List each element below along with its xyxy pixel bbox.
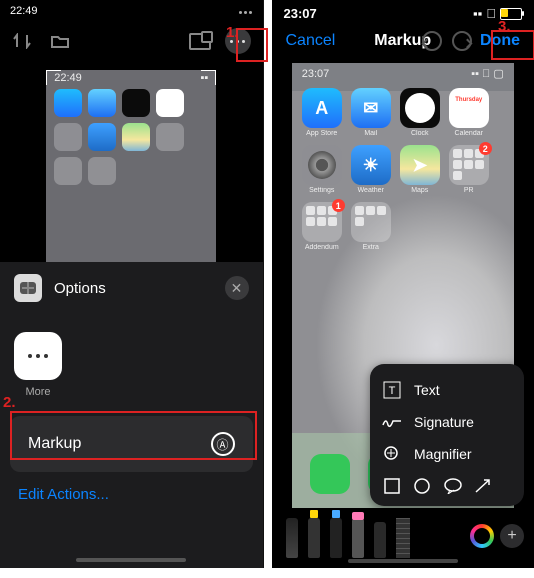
status-time: 23:07 bbox=[284, 6, 317, 21]
magnifier-icon bbox=[382, 444, 402, 464]
more-label: More bbox=[14, 386, 62, 398]
edit-toolbar bbox=[0, 20, 263, 62]
app-row-1: AApp Store ✉Mail Clock Thursday23Calenda… bbox=[292, 84, 514, 141]
app-row-3: 1Addendum Extra bbox=[292, 198, 514, 255]
popup-shapes bbox=[382, 470, 512, 496]
popup-signature-label: Signature bbox=[414, 414, 474, 430]
aspect-icon[interactable] bbox=[189, 33, 211, 50]
more-tile[interactable]: More bbox=[14, 332, 62, 398]
status-time: 22:49 bbox=[10, 5, 38, 17]
annotation-1: 1. bbox=[226, 24, 239, 41]
app-row-2: Settings ☀Weather ➤Maps 2PR bbox=[292, 141, 514, 198]
markup-screen: 23:07 ▪▪ 􀙇 Cancel Markup Done 23:07 ▪▪ 􀙇… bbox=[272, 0, 534, 568]
markup-add-popup: T Text Signature Magnifier bbox=[370, 364, 524, 506]
ruler-tool[interactable] bbox=[396, 518, 410, 558]
color-picker[interactable] bbox=[470, 524, 494, 548]
photos-edit-screen: 22:49 22:49▪▪ Options ✕ bbox=[0, 0, 264, 568]
markup-toolbar: + bbox=[272, 508, 534, 564]
shape-speech-icon[interactable] bbox=[444, 478, 460, 494]
annotation-1-box bbox=[236, 28, 268, 62]
dock-phone-icon bbox=[310, 454, 350, 494]
pencil-tool[interactable] bbox=[330, 518, 342, 558]
app-appstore: AApp Store bbox=[302, 88, 342, 137]
annotation-2-box bbox=[10, 411, 257, 460]
highlighter-tool[interactable] bbox=[308, 518, 320, 558]
home-indicator bbox=[76, 558, 186, 562]
signature-icon bbox=[382, 412, 402, 432]
shape-square-icon[interactable] bbox=[384, 478, 400, 494]
canvas-status-bar: 23:07 ▪▪ 􀙇 ▢ bbox=[292, 63, 514, 84]
pen-tray bbox=[286, 518, 410, 558]
app-folder-addendum: 1Addendum bbox=[302, 202, 342, 251]
edit-actions-link[interactable]: Edit Actions... bbox=[0, 472, 263, 517]
add-button[interactable]: + bbox=[500, 524, 524, 548]
annotation-3: 3. bbox=[498, 18, 511, 35]
pen-tool[interactable] bbox=[286, 518, 298, 558]
status-indicators bbox=[238, 5, 253, 17]
shape-arrow-icon[interactable] bbox=[474, 478, 490, 494]
eraser-tool[interactable] bbox=[352, 518, 364, 558]
undo-icon[interactable] bbox=[422, 31, 442, 51]
signal-icon: ▪▪ bbox=[473, 6, 482, 21]
app-maps: ➤Maps bbox=[400, 145, 440, 194]
wifi-icon: 􀙇 bbox=[486, 6, 496, 21]
popup-magnifier-label: Magnifier bbox=[414, 446, 472, 462]
app-weather: ☀Weather bbox=[351, 145, 391, 194]
status-bar: 22:49 bbox=[0, 0, 263, 20]
app-mail: ✉Mail bbox=[351, 88, 391, 137]
close-icon[interactable]: ✕ bbox=[225, 276, 249, 300]
app-calendar: Thursday23Calendar bbox=[449, 88, 489, 137]
options-thumb-icon bbox=[14, 274, 42, 302]
text-icon: T bbox=[382, 380, 402, 400]
photo-preview[interactable]: 22:49▪▪ bbox=[46, 70, 216, 272]
sheet-title: Options bbox=[54, 280, 106, 297]
cancel-button[interactable]: Cancel bbox=[286, 32, 336, 49]
home-indicator bbox=[348, 559, 458, 563]
folder-icon[interactable] bbox=[50, 32, 70, 50]
annotation-2: 2. bbox=[3, 394, 16, 411]
svg-text:T: T bbox=[389, 385, 396, 397]
popup-magnifier[interactable]: Magnifier bbox=[382, 438, 512, 470]
app-settings: Settings bbox=[302, 145, 342, 194]
flip-icon[interactable] bbox=[12, 32, 32, 50]
canvas-time: 23:07 bbox=[302, 68, 330, 80]
app-clock: Clock bbox=[400, 88, 440, 137]
app-folder-pr: 2PR bbox=[449, 145, 489, 194]
popup-text[interactable]: T Text bbox=[382, 374, 512, 406]
popup-signature[interactable]: Signature bbox=[382, 406, 512, 438]
app-folder-extra: Extra bbox=[351, 202, 391, 251]
popup-text-label: Text bbox=[414, 382, 440, 398]
status-bar: 23:07 ▪▪ 􀙇 bbox=[272, 0, 534, 23]
redo-icon[interactable] bbox=[452, 31, 472, 51]
thumb-time: 22:49 bbox=[54, 72, 82, 84]
shape-circle-icon[interactable] bbox=[414, 478, 430, 494]
lasso-tool[interactable] bbox=[374, 522, 386, 558]
